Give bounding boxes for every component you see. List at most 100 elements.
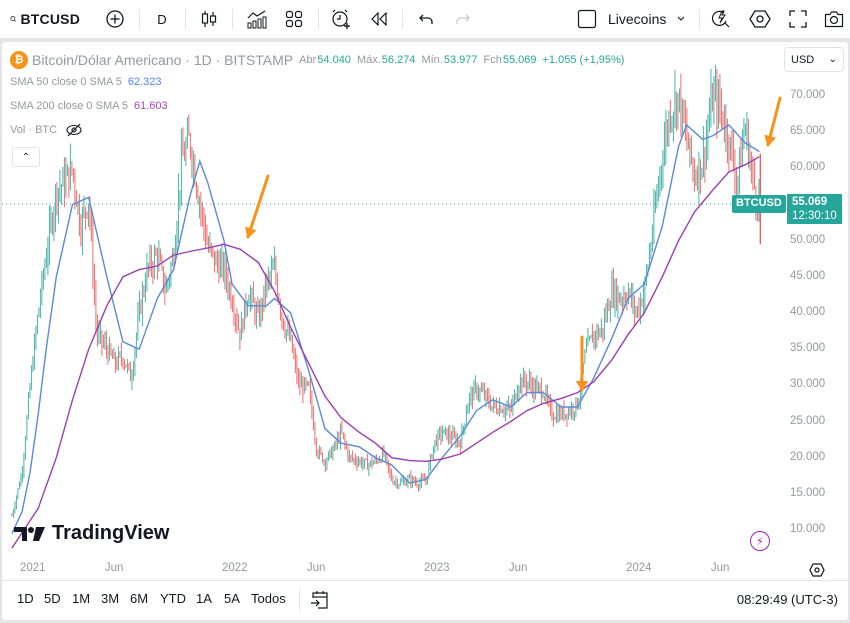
x-tick-label: Jun: [306, 562, 326, 574]
sma200-legend[interactable]: SMA 200 close 0 SMA 5 61.603: [10, 94, 630, 118]
tradingview-logo[interactable]: TradingView: [14, 522, 169, 545]
low-label: Mín.: [421, 54, 443, 66]
fullscreen-button[interactable]: [787, 0, 809, 38]
range-button-1m[interactable]: 1M: [72, 591, 90, 606]
chart-legend: ₿ Bitcoin/Dólar Americano · 1D · BITSTAM…: [10, 50, 630, 142]
range-button-5a[interactable]: 5A: [224, 591, 240, 606]
tradingview-logo-icon: [14, 526, 45, 541]
flash-icon[interactable]: ⚡: [750, 531, 770, 551]
divider: [299, 589, 300, 611]
layout-square-icon: [577, 9, 597, 29]
screenshot-button[interactable]: [823, 0, 845, 38]
undo-button[interactable]: [415, 0, 437, 38]
sma50-line: [11, 123, 760, 534]
range-button-1d[interactable]: 1D: [17, 591, 34, 606]
symbol-price-tag: BTCUSD: [732, 195, 786, 213]
symbol-search[interactable]: BTCUSD: [10, 0, 80, 38]
range-button-3m[interactable]: 3M: [101, 591, 119, 606]
axis-settings-icon[interactable]: [809, 563, 825, 577]
bottom-toolbar: 1D 5D 1M 3M 6M YTD 1A 5A Todos 08:29:49 (UTC-3): [2, 580, 848, 620]
layout-name: Livecoins: [608, 11, 667, 27]
volume-legend[interactable]: Vol · BTC: [10, 118, 630, 142]
range-button-1a[interactable]: 1A: [196, 591, 212, 606]
high-value: 56.274: [381, 54, 416, 66]
chart-type-button[interactable]: [198, 0, 220, 38]
brand-name: TradingView: [52, 522, 170, 544]
clock[interactable]: 08:29:49 (UTC-3): [737, 592, 838, 607]
chevron-down-icon: ⌄: [828, 54, 837, 65]
range-button-6m[interactable]: 6M: [130, 591, 148, 606]
sma50-value: 62.323: [127, 76, 162, 88]
y-tick-label: 70.000: [790, 89, 826, 101]
open-label: Abr: [299, 54, 317, 66]
replay-icon: [371, 12, 387, 26]
sma200-value: 61.603: [134, 100, 168, 112]
symbol-legend-row: ₿ Bitcoin/Dólar Americano · 1D · BITSTAM…: [10, 50, 630, 70]
x-tick-label: 2022: [222, 562, 248, 574]
range-button-todos[interactable]: Todos: [251, 591, 286, 606]
settings-button[interactable]: [748, 0, 772, 38]
layout-name-dropdown[interactable]: Livecoins: [608, 0, 696, 38]
range-button-5d[interactable]: 5D: [44, 591, 61, 606]
symbol-title[interactable]: Bitcoin/Dólar Americano · 1D · BITSTAMP: [32, 52, 293, 68]
sma50-legend[interactable]: SMA 50 close 0 SMA 5 62.323: [10, 70, 630, 94]
search-icon: [10, 16, 16, 22]
interval-label: D: [157, 11, 167, 27]
x-tick-label: 2024: [626, 562, 652, 574]
divider: [402, 9, 403, 29]
collapse-legend-button[interactable]: ⌃: [12, 147, 40, 167]
replay-button[interactable]: [368, 0, 390, 38]
chevron-down-icon: [677, 16, 685, 21]
currency-select[interactable]: USD ⌄: [784, 47, 844, 72]
x-tick-label: Jun: [104, 562, 124, 574]
chart-pane[interactable]: ₿ Bitcoin/Dólar Americano · 1D · BITSTAM…: [1, 41, 849, 621]
y-tick-label: 45.000: [790, 269, 826, 282]
chevron-up-icon: ⌃: [21, 151, 31, 163]
candles-icon: [201, 11, 217, 27]
alert-button[interactable]: [329, 0, 353, 38]
last-price: 55.069: [792, 196, 828, 208]
change-value: +1.055 (+1,95%): [542, 54, 625, 66]
layout-button[interactable]: [577, 0, 597, 38]
interval-button[interactable]: D: [152, 0, 172, 38]
y-tick-label: 30.000: [790, 378, 826, 391]
divider: [318, 9, 319, 29]
divider: [185, 9, 186, 29]
indicators-icon: [247, 10, 267, 29]
eye-hidden-icon[interactable]: [65, 123, 83, 137]
undo-icon: [419, 14, 433, 24]
redo-icon: [456, 14, 470, 24]
y-tick-label: 60.000: [790, 161, 826, 174]
x-tick-label: Jun: [710, 562, 730, 574]
y-tick-label: 35.000: [790, 342, 826, 355]
indicators-button[interactable]: [245, 0, 269, 38]
last-price-tag: 55.069 12:30:10: [787, 194, 842, 224]
close-label: Fch: [483, 54, 502, 66]
divider: [232, 9, 233, 29]
x-tick-label: 2023: [424, 562, 450, 574]
range-button-ytd[interactable]: YTD: [160, 591, 186, 606]
x-tick-label: 2021: [20, 562, 46, 574]
symbol-name: BTCUSD: [20, 11, 80, 27]
settings-icon: [749, 10, 771, 28]
alert-icon: [332, 9, 350, 29]
volume-label: Vol · BTC: [10, 124, 58, 136]
quick-search-button[interactable]: [710, 0, 732, 38]
bitcoin-logo-icon: ₿: [10, 51, 28, 69]
divider: [139, 9, 140, 29]
open-value: 54.040: [317, 54, 351, 66]
x-tick-label: Jun: [508, 562, 528, 574]
fullscreen-icon: [789, 10, 807, 28]
goto-date-icon[interactable]: [310, 590, 330, 610]
y-tick-label: 15.000: [790, 486, 826, 499]
sma200-label: SMA 200 close 0 SMA 5: [10, 100, 129, 112]
templates-button[interactable]: [283, 0, 305, 38]
bar-countdown: 12:30:10: [792, 210, 837, 222]
redo-button[interactable]: [452, 0, 474, 38]
low-value: 53.977: [443, 54, 478, 66]
compare-button[interactable]: [104, 0, 126, 38]
y-tick-label: 40.000: [790, 306, 826, 318]
templates-icon: [285, 10, 303, 28]
y-tick-label: 65.000: [790, 125, 826, 138]
currency-label: USD: [791, 53, 815, 66]
